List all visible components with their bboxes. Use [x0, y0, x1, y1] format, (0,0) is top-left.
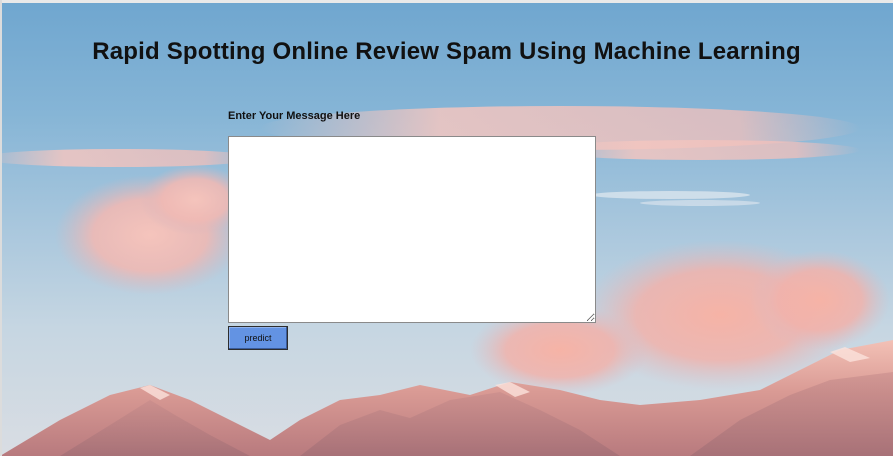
message-textarea[interactable] — [228, 136, 596, 323]
page: Rapid Spotting Online Review Spam Using … — [0, 0, 893, 456]
message-label: Enter Your Message Here — [228, 110, 361, 122]
window-left-border — [0, 0, 2, 456]
page-title: Rapid Spotting Online Review Spam Using … — [92, 38, 801, 65]
window-top-border — [0, 0, 893, 3]
predict-button[interactable]: predict — [228, 326, 288, 350]
